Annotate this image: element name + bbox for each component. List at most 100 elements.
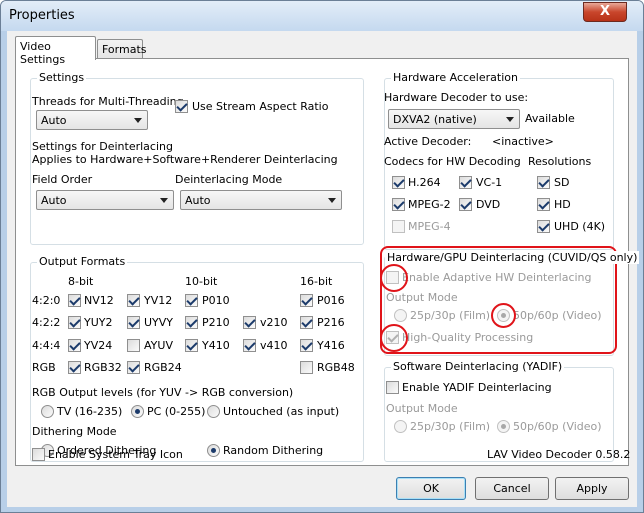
- tab-panel: Settings Threads for Multi-Threading Aut…: [15, 58, 640, 466]
- highlight-circle: [491, 303, 516, 328]
- h264-label: H.264: [408, 176, 441, 189]
- rgb32-label: RGB32: [84, 361, 122, 374]
- mpeg4-label: MPEG-4: [408, 220, 451, 233]
- p016-checkbox[interactable]: [300, 294, 313, 307]
- untouched-radio[interactable]: [207, 405, 220, 418]
- hw-available-status: Available: [525, 112, 575, 125]
- hd-checkbox[interactable]: [537, 198, 550, 211]
- yv12-label: YV12: [144, 294, 173, 307]
- p210-checkbox[interactable]: [185, 316, 198, 329]
- yadif-checkbox[interactable]: [386, 381, 399, 394]
- row-label-444: 4:4:4: [32, 339, 61, 352]
- aspect-ratio-label: Use Stream Aspect Ratio: [192, 100, 329, 113]
- tv-range-radio[interactable]: [41, 405, 54, 418]
- rgb24-label: RGB24: [144, 361, 182, 374]
- threads-label: Threads for Multi-Threading: [32, 95, 184, 108]
- uhd-label: UHD (4K): [554, 220, 606, 233]
- yv24-label: YV24: [84, 339, 113, 352]
- system-tray-label: Enable System Tray Icon: [48, 448, 183, 461]
- random-dither-radio[interactable]: [207, 444, 220, 457]
- p210-label: P210: [202, 316, 230, 329]
- hq-processing-label: High-Quality Processing: [402, 331, 534, 344]
- field-order-dropdown[interactable]: Auto: [36, 190, 174, 210]
- ayuv-label: AYUV: [144, 339, 173, 352]
- ok-button[interactable]: OK: [396, 477, 466, 500]
- codecs-label: Codecs for HW Decoding: [384, 155, 521, 168]
- tv-range-label: TV (16-235): [57, 405, 123, 418]
- sd-checkbox[interactable]: [537, 176, 550, 189]
- row-label-rgb: RGB: [32, 361, 56, 374]
- deint-mode-dropdown[interactable]: Auto: [180, 190, 342, 210]
- threads-dropdown[interactable]: Auto: [36, 110, 148, 130]
- tab-formats[interactable]: Formats: [97, 39, 147, 60]
- v410-checkbox[interactable]: [243, 339, 256, 352]
- output-formats-label: Output Formats: [37, 255, 128, 268]
- dialog-client: Video Settings Formats Settings Threads …: [7, 31, 640, 507]
- sw-video-label: 50p/60p (Video): [513, 420, 602, 433]
- tab-video-settings[interactable]: Video Settings: [15, 36, 96, 66]
- vc1-checkbox[interactable]: [459, 176, 472, 189]
- rgb24-checkbox[interactable]: [127, 361, 140, 374]
- v210-label: v210: [260, 316, 288, 329]
- properties-window: Properties X Video Settings Formats Sett…: [0, 0, 644, 513]
- system-tray-checkbox[interactable]: [32, 448, 45, 461]
- mpeg2-checkbox[interactable]: [392, 198, 405, 211]
- yuy2-checkbox[interactable]: [68, 316, 81, 329]
- mpeg4-checkbox[interactable]: [392, 220, 405, 233]
- y410-checkbox[interactable]: [185, 339, 198, 352]
- uyvy-checkbox[interactable]: [127, 316, 140, 329]
- chevron-down-icon: [506, 117, 514, 122]
- p010-label: P010: [202, 294, 230, 307]
- uhd-checkbox[interactable]: [537, 220, 550, 233]
- chevron-down-icon: [160, 198, 168, 203]
- hw-decoder-dropdown[interactable]: DXVA2 (native): [388, 109, 520, 129]
- p216-checkbox[interactable]: [300, 316, 313, 329]
- close-button[interactable]: X: [583, 2, 627, 22]
- h264-checkbox[interactable]: [392, 176, 405, 189]
- y410-label: Y410: [202, 339, 230, 352]
- field-order-label: Field Order: [32, 173, 93, 186]
- hd-label: HD: [554, 198, 571, 211]
- apply-button[interactable]: Apply: [555, 477, 629, 500]
- uyvy-label: UYVY: [144, 316, 174, 329]
- y416-label: Y416: [317, 339, 345, 352]
- sw-output-mode-label: Output Mode: [386, 402, 458, 415]
- ayuv-checkbox[interactable]: [127, 339, 140, 352]
- mpeg2-label: MPEG-2: [408, 198, 451, 211]
- settings-group-label: Settings: [37, 71, 87, 84]
- yv24-checkbox[interactable]: [68, 339, 81, 352]
- col-16bit: 16-bit: [300, 275, 333, 288]
- nv12-checkbox[interactable]: [68, 294, 81, 307]
- v410-label: v410: [260, 339, 288, 352]
- hw-film-radio[interactable]: [394, 309, 407, 322]
- rgb48-checkbox[interactable]: [300, 361, 313, 374]
- pc-range-radio[interactable]: [131, 405, 144, 418]
- nv12-label: NV12: [84, 294, 114, 307]
- yv12-checkbox[interactable]: [127, 294, 140, 307]
- col-10bit: 10-bit: [185, 275, 218, 288]
- p010-checkbox[interactable]: [185, 294, 198, 307]
- cancel-button[interactable]: Cancel: [475, 477, 549, 500]
- v210-checkbox[interactable]: [243, 316, 256, 329]
- rgb48-label: RGB48: [317, 361, 355, 374]
- vc1-label: VC-1: [476, 176, 503, 189]
- hw-output-mode-label: Output Mode: [386, 291, 458, 304]
- sw-video-radio[interactable]: [497, 420, 510, 433]
- adaptive-hw-deint-label: Enable Adaptive HW Deinterlacing: [402, 271, 592, 284]
- rgb32-checkbox[interactable]: [68, 361, 81, 374]
- sw-film-radio[interactable]: [394, 420, 407, 433]
- hw-film-label: 25p/30p (Film): [410, 309, 491, 322]
- untouched-label: Untouched (as input): [223, 405, 340, 418]
- random-dither-label: Random Dithering: [223, 444, 324, 457]
- dvd-label: DVD: [476, 198, 501, 211]
- aspect-ratio-checkbox[interactable]: [175, 100, 188, 113]
- sw-film-label: 25p/30p (Film): [410, 420, 491, 433]
- deint-mode-label: Deinterlacing Mode: [175, 173, 283, 186]
- yadif-label: Enable YADIF Deinterlacing: [402, 381, 552, 394]
- active-decoder-value: <inactive>: [492, 135, 554, 148]
- yuy2-label: YUY2: [84, 316, 113, 329]
- dvd-checkbox[interactable]: [459, 198, 472, 211]
- y416-checkbox[interactable]: [300, 339, 313, 352]
- pc-range-label: PC (0-255): [147, 405, 206, 418]
- p016-label: P016: [317, 294, 345, 307]
